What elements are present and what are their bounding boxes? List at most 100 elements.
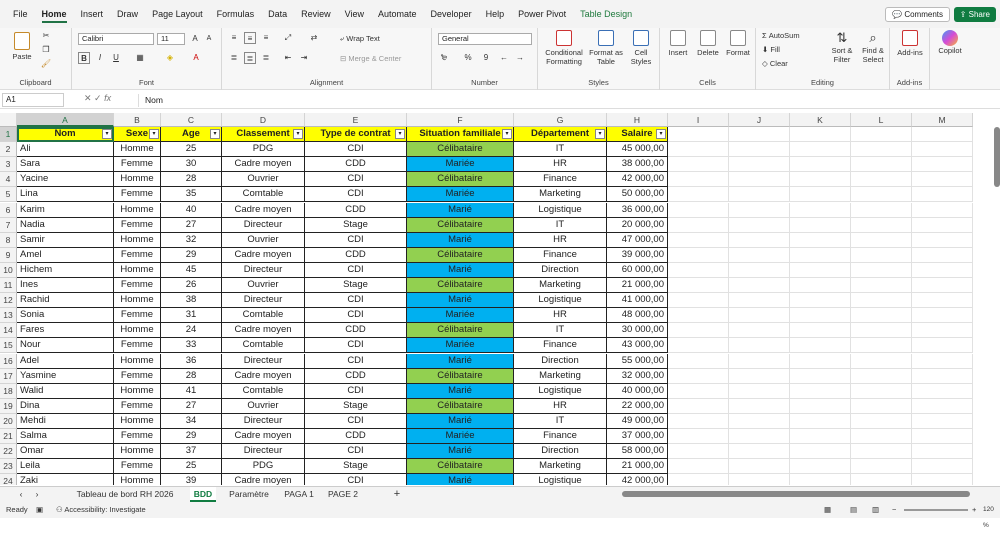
- table-cell[interactable]: 42 000,00: [607, 172, 668, 188]
- name-box[interactable]: A1: [2, 93, 64, 107]
- table-cell[interactable]: Célibataire: [407, 278, 514, 294]
- number-format-select[interactable]: General: [438, 33, 532, 45]
- table-header-cell[interactable]: Age ▾: [161, 127, 222, 143]
- table-cell[interactable]: 55 000,00: [607, 353, 668, 369]
- table-cell[interactable]: Karim: [17, 202, 114, 218]
- table-cell[interactable]: 27: [161, 217, 222, 233]
- empty-cell[interactable]: [668, 293, 729, 309]
- table-cell[interactable]: Comtable: [222, 338, 305, 354]
- table-cell[interactable]: IT: [514, 323, 607, 339]
- empty-cell[interactable]: [851, 383, 912, 399]
- increase-decimal-icon[interactable]: ←: [498, 52, 510, 64]
- table-cell[interactable]: Zaki: [17, 474, 114, 485]
- table-cell[interactable]: 32 000,00: [607, 368, 668, 384]
- table-cell[interactable]: Ouvrier: [222, 232, 305, 248]
- table-cell[interactable]: 39 000,00: [607, 247, 668, 263]
- font-size-select[interactable]: 11: [157, 33, 185, 45]
- table-cell[interactable]: Cadre moyen: [222, 323, 305, 339]
- font-name-select[interactable]: Calibri: [78, 33, 154, 45]
- table-cell[interactable]: Cadre moyen: [222, 429, 305, 445]
- table-cell[interactable]: Stage: [305, 217, 407, 233]
- table-cell[interactable]: Célibataire: [407, 172, 514, 188]
- autosum-button[interactable]: Σ AutoSum: [762, 31, 800, 40]
- empty-cell[interactable]: [851, 142, 912, 158]
- empty-cell[interactable]: [790, 202, 851, 218]
- empty-cell[interactable]: [912, 157, 973, 173]
- empty-cell[interactable]: [912, 217, 973, 233]
- table-cell[interactable]: Célibataire: [407, 368, 514, 384]
- font-color-icon[interactable]: A: [190, 52, 202, 64]
- empty-cell[interactable]: [851, 398, 912, 414]
- table-cell[interactable]: Femme: [114, 247, 161, 263]
- empty-cell[interactable]: [668, 338, 729, 354]
- column-header-k[interactable]: K: [790, 113, 851, 127]
- empty-cell[interactable]: [729, 368, 790, 384]
- table-cell[interactable]: Marié: [407, 413, 514, 429]
- table-header-cell[interactable]: Classement ▾: [222, 127, 305, 143]
- table-cell[interactable]: Fares: [17, 323, 114, 339]
- menu-automate[interactable]: Automate: [371, 0, 424, 28]
- table-cell[interactable]: Nour: [17, 338, 114, 354]
- empty-cell[interactable]: [912, 444, 973, 460]
- table-cell[interactable]: Cadre moyen: [222, 202, 305, 218]
- table-cell[interactable]: Homme: [114, 383, 161, 399]
- insert-button[interactable]: Insert: [664, 30, 692, 57]
- table-cell[interactable]: Marié: [407, 383, 514, 399]
- empty-cell[interactable]: [790, 157, 851, 173]
- prev-sheet-icon[interactable]: ‹: [14, 487, 28, 502]
- empty-cell[interactable]: [790, 398, 851, 414]
- row-header[interactable]: 3: [0, 157, 17, 173]
- table-cell[interactable]: Femme: [114, 278, 161, 294]
- empty-cell[interactable]: [790, 278, 851, 294]
- format-painter-icon[interactable]: 🖌: [40, 58, 52, 70]
- empty-cell[interactable]: [851, 429, 912, 445]
- menu-insert[interactable]: Insert: [74, 0, 111, 28]
- zoom-level[interactable]: 120 %: [983, 502, 1000, 534]
- column-header-i[interactable]: I: [668, 113, 729, 127]
- empty-cell[interactable]: [729, 127, 790, 143]
- empty-cell[interactable]: [851, 232, 912, 248]
- table-cell[interactable]: 60 000,00: [607, 262, 668, 278]
- empty-cell[interactable]: [790, 142, 851, 158]
- wrap-text-button[interactable]: ⤶ Wrap Text: [340, 34, 380, 44]
- conditional-formatting-button[interactable]: Conditional Formatting: [542, 30, 586, 66]
- table-cell[interactable]: Homme: [114, 202, 161, 218]
- sheet-tab[interactable]: BDD: [190, 487, 216, 502]
- table-cell[interactable]: Célibataire: [407, 398, 514, 414]
- empty-cell[interactable]: [668, 187, 729, 203]
- borders-icon[interactable]: ▦: [134, 52, 146, 64]
- empty-cell[interactable]: [668, 232, 729, 248]
- empty-cell[interactable]: [912, 293, 973, 309]
- empty-cell[interactable]: [790, 172, 851, 188]
- decrease-decimal-icon[interactable]: →: [514, 52, 526, 64]
- table-cell[interactable]: Dina: [17, 398, 114, 414]
- table-cell[interactable]: CDI: [305, 142, 407, 158]
- table-cell[interactable]: Stage: [305, 398, 407, 414]
- row-header[interactable]: 10: [0, 262, 17, 278]
- zoom-slider[interactable]: [904, 509, 968, 511]
- empty-cell[interactable]: [729, 262, 790, 278]
- empty-cell[interactable]: [668, 262, 729, 278]
- increase-font-icon[interactable]: A: [189, 33, 201, 45]
- empty-cell[interactable]: [851, 368, 912, 384]
- table-cell[interactable]: 37 000,00: [607, 429, 668, 445]
- decrease-indent-icon[interactable]: ⇤: [282, 52, 294, 64]
- table-cell[interactable]: Mariée: [407, 187, 514, 203]
- table-cell[interactable]: Homme: [114, 323, 161, 339]
- menu-help[interactable]: Help: [479, 0, 512, 28]
- empty-cell[interactable]: [729, 398, 790, 414]
- table-cell[interactable]: Homme: [114, 172, 161, 188]
- table-cell[interactable]: Cadre moyen: [222, 157, 305, 173]
- table-cell[interactable]: Homme: [114, 142, 161, 158]
- table-cell[interactable]: Sara: [17, 157, 114, 173]
- row-header[interactable]: 6: [0, 202, 17, 218]
- empty-cell[interactable]: [729, 308, 790, 324]
- empty-cell[interactable]: [790, 323, 851, 339]
- row-header[interactable]: 13: [0, 308, 17, 324]
- empty-cell[interactable]: [912, 338, 973, 354]
- empty-cell[interactable]: [668, 172, 729, 188]
- align-middle-icon[interactable]: ≡: [244, 32, 256, 44]
- table-cell[interactable]: Marié: [407, 232, 514, 248]
- zoom-out-icon[interactable]: −: [892, 502, 896, 518]
- table-cell[interactable]: Stage: [305, 278, 407, 294]
